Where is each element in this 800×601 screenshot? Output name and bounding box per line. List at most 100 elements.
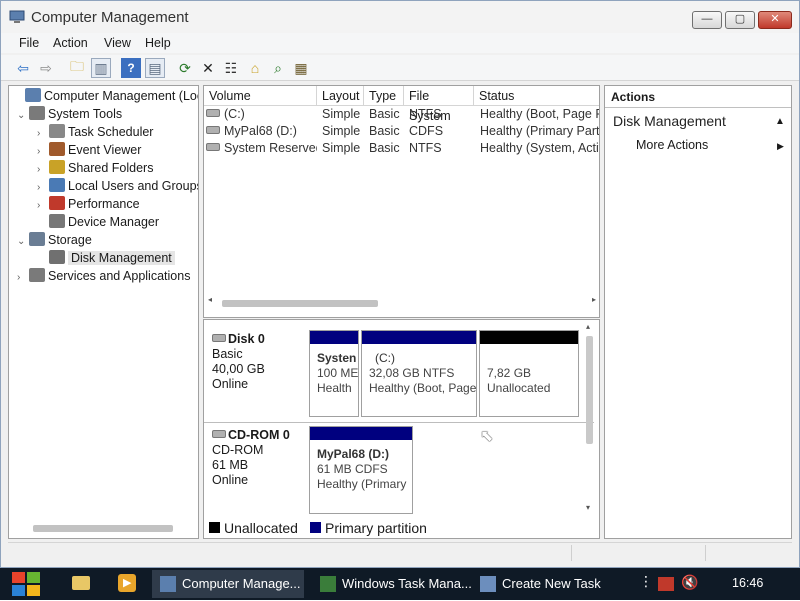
media-player-icon[interactable]: ▶ bbox=[118, 574, 136, 592]
partition-line3: Health bbox=[317, 381, 352, 395]
scroll-up-icon[interactable]: ▴ bbox=[586, 322, 590, 331]
table-cell: Simple bbox=[322, 140, 364, 157]
table-cell: Basic bbox=[369, 123, 404, 140]
menu-action[interactable]: Action bbox=[53, 36, 88, 50]
collapsed-chevron-icon[interactable]: › bbox=[17, 269, 29, 287]
tree-item-storage[interactable]: ⌄ Storage bbox=[17, 231, 92, 249]
tree-item-performance[interactable]: › Performance bbox=[37, 195, 140, 213]
column-header-status[interactable]: Status bbox=[474, 86, 599, 106]
task-manager-task-icon bbox=[320, 576, 336, 592]
menu-help[interactable]: Help bbox=[145, 36, 171, 50]
taskbar-clock[interactable]: 16:46 bbox=[732, 576, 763, 590]
rescan-icon[interactable]: ▦ bbox=[291, 58, 311, 78]
legend-swatch-unallocated bbox=[209, 522, 220, 533]
tree-item-disk-management[interactable]: Disk Management bbox=[37, 249, 175, 267]
forward-icon[interactable]: ⇨ bbox=[36, 58, 56, 78]
partition-line3: Healthy (Primary bbox=[317, 477, 407, 491]
taskbar-item-computer-management[interactable]: Computer Manage... bbox=[152, 570, 304, 598]
actions-section-disk-management[interactable]: Disk Management bbox=[613, 113, 726, 129]
disk-label[interactable]: Disk 0 Basic 40,00 GB Online bbox=[212, 332, 265, 392]
show-hide-action-pane-icon[interactable]: ▤ bbox=[145, 58, 165, 78]
expanded-chevron-icon[interactable]: ⌄ bbox=[17, 233, 29, 251]
tree-item-device-manager[interactable]: Device Manager bbox=[37, 213, 159, 231]
search-icon[interactable]: ⌕ bbox=[268, 58, 288, 78]
collapse-icon[interactable]: ▲ bbox=[775, 116, 785, 127]
delete-icon[interactable]: ✕ bbox=[198, 58, 218, 78]
title-bar[interactable]: Computer Management — ▢ ✕ bbox=[1, 1, 799, 33]
up-folder-icon[interactable]: 🗀 bbox=[67, 58, 87, 78]
partition-block[interactable]: Systen 100 ME Health bbox=[309, 330, 359, 417]
graph-scroll-thumb[interactable] bbox=[586, 336, 593, 444]
actions-pane: Actions Disk Management ▲ More Actions ▶ bbox=[604, 85, 792, 539]
volume-muted-icon[interactable]: 🔇 bbox=[681, 574, 698, 591]
table-row[interactable]: (C:) Simple Basic NTFS Healthy (Boot, Page F… bbox=[204, 106, 599, 123]
event-viewer-icon bbox=[49, 142, 65, 156]
more-actions[interactable]: More Actions bbox=[636, 138, 708, 152]
window-title: Computer Management bbox=[31, 9, 189, 26]
tree-horizontal-scrollbar[interactable] bbox=[29, 523, 179, 533]
submenu-arrow-icon[interactable]: ▶ bbox=[777, 141, 784, 152]
partition-title: MyPal68 (D:) bbox=[317, 447, 390, 461]
file-explorer-icon[interactable] bbox=[72, 576, 90, 590]
open-icon[interactable]: ⌂ bbox=[245, 58, 265, 78]
tree-item-computer-management-local[interactable]: Computer Management (Local bbox=[13, 87, 198, 105]
list-horizontal-scrollbar[interactable]: ◂ ▸ bbox=[206, 295, 598, 308]
mouse-cursor-icon: ⬉ bbox=[480, 428, 494, 445]
primary-partition-bar bbox=[362, 331, 476, 344]
network-icon[interactable] bbox=[658, 577, 674, 591]
column-header-layout[interactable]: Layout bbox=[317, 86, 364, 106]
close-button[interactable]: ✕ bbox=[758, 11, 792, 29]
tree-item-task-scheduler[interactable]: › Task Scheduler bbox=[37, 123, 153, 141]
tree-item-system-tools[interactable]: ⌄ System Tools bbox=[17, 105, 122, 123]
help-icon[interactable]: ? bbox=[121, 58, 141, 78]
disk-icon bbox=[49, 250, 65, 264]
tree-item-label: Disk Management bbox=[68, 251, 175, 265]
navigation-tree[interactable]: Computer Management (Local ⌄ System Tools ›… bbox=[8, 85, 199, 539]
scroll-down-icon[interactable]: ▾ bbox=[586, 503, 590, 512]
table-row[interactable]: MyPal68 (D:) Simple Basic CDFS Healthy (Prim… bbox=[204, 123, 600, 140]
tree-item-local-users-and-groups[interactable]: › Local Users and Groups bbox=[37, 177, 198, 195]
list-scroll-thumb[interactable] bbox=[222, 300, 378, 307]
cell-layout: Simple bbox=[322, 107, 361, 121]
show-hide-tree-icon[interactable]: ▥ bbox=[91, 58, 111, 78]
menu-bar: File Action View Help bbox=[1, 33, 799, 53]
tree-item-label: System Tools bbox=[48, 107, 123, 121]
column-header-type[interactable]: Type bbox=[364, 86, 404, 106]
tree-item-services-and-applications[interactable]: › Services and Applications bbox=[17, 267, 190, 285]
minimize-button[interactable]: — bbox=[692, 11, 722, 29]
partition-block[interactable]: MyPal68 (D:) 61 MB CDFS Healthy (Primary bbox=[309, 426, 413, 514]
device-manager-icon bbox=[49, 214, 65, 228]
taskbar-item-task-manager[interactable]: Windows Task Mana... bbox=[312, 570, 472, 598]
legend-label-unallocated: Unallocated bbox=[224, 520, 298, 536]
partition-block[interactable]: (C:) 32,08 GB NTFS Healthy (Boot, Page bbox=[361, 330, 477, 417]
disk-label[interactable]: CD-ROM 0 CD-ROM 61 MB Online bbox=[212, 428, 290, 488]
table-row[interactable]: System Reserved Simple Basic NTFS Healthy (S… bbox=[204, 140, 599, 157]
back-icon[interactable]: ⇦ bbox=[13, 58, 33, 78]
drive-icon bbox=[206, 143, 220, 151]
partition-line2: 61 MB CDFS bbox=[317, 462, 388, 476]
users-icon bbox=[49, 178, 65, 192]
cell-type: Basic bbox=[369, 107, 400, 121]
windows-start-icon[interactable] bbox=[10, 570, 42, 598]
tree-scroll-thumb[interactable] bbox=[33, 525, 173, 532]
expanded-chevron-icon[interactable]: ⌄ bbox=[17, 107, 29, 125]
refresh-icon[interactable]: ⟳ bbox=[175, 58, 195, 78]
properties-icon[interactable]: ☷ bbox=[221, 58, 241, 78]
tray-overflow-icon[interactable]: ⋮ bbox=[639, 573, 653, 590]
scroll-left-icon[interactable]: ◂ bbox=[208, 295, 212, 304]
taskbar-item-create-new-task[interactable]: Create New Task bbox=[472, 570, 622, 598]
cell-status: Healthy (Primary Partit bbox=[480, 124, 600, 138]
hard-disk-icon bbox=[212, 334, 226, 342]
scroll-right-icon[interactable]: ▸ bbox=[592, 295, 596, 304]
tree-item-event-viewer[interactable]: › Event Viewer bbox=[37, 141, 141, 159]
tree-item-shared-folders[interactable]: › Shared Folders bbox=[37, 159, 153, 177]
table-cell: Healthy (System, Activ bbox=[480, 140, 599, 157]
menu-view[interactable]: View bbox=[104, 36, 131, 50]
column-header-file-system[interactable]: File System bbox=[404, 86, 474, 123]
partition-block[interactable]: 7,82 GB Unallocated bbox=[479, 330, 579, 417]
menu-file[interactable]: File bbox=[19, 36, 39, 50]
clock-icon bbox=[49, 124, 65, 138]
maximize-button[interactable]: ▢ bbox=[725, 11, 755, 29]
tree-item-label: Storage bbox=[48, 233, 92, 247]
column-header-volume[interactable]: Volume bbox=[204, 86, 317, 106]
